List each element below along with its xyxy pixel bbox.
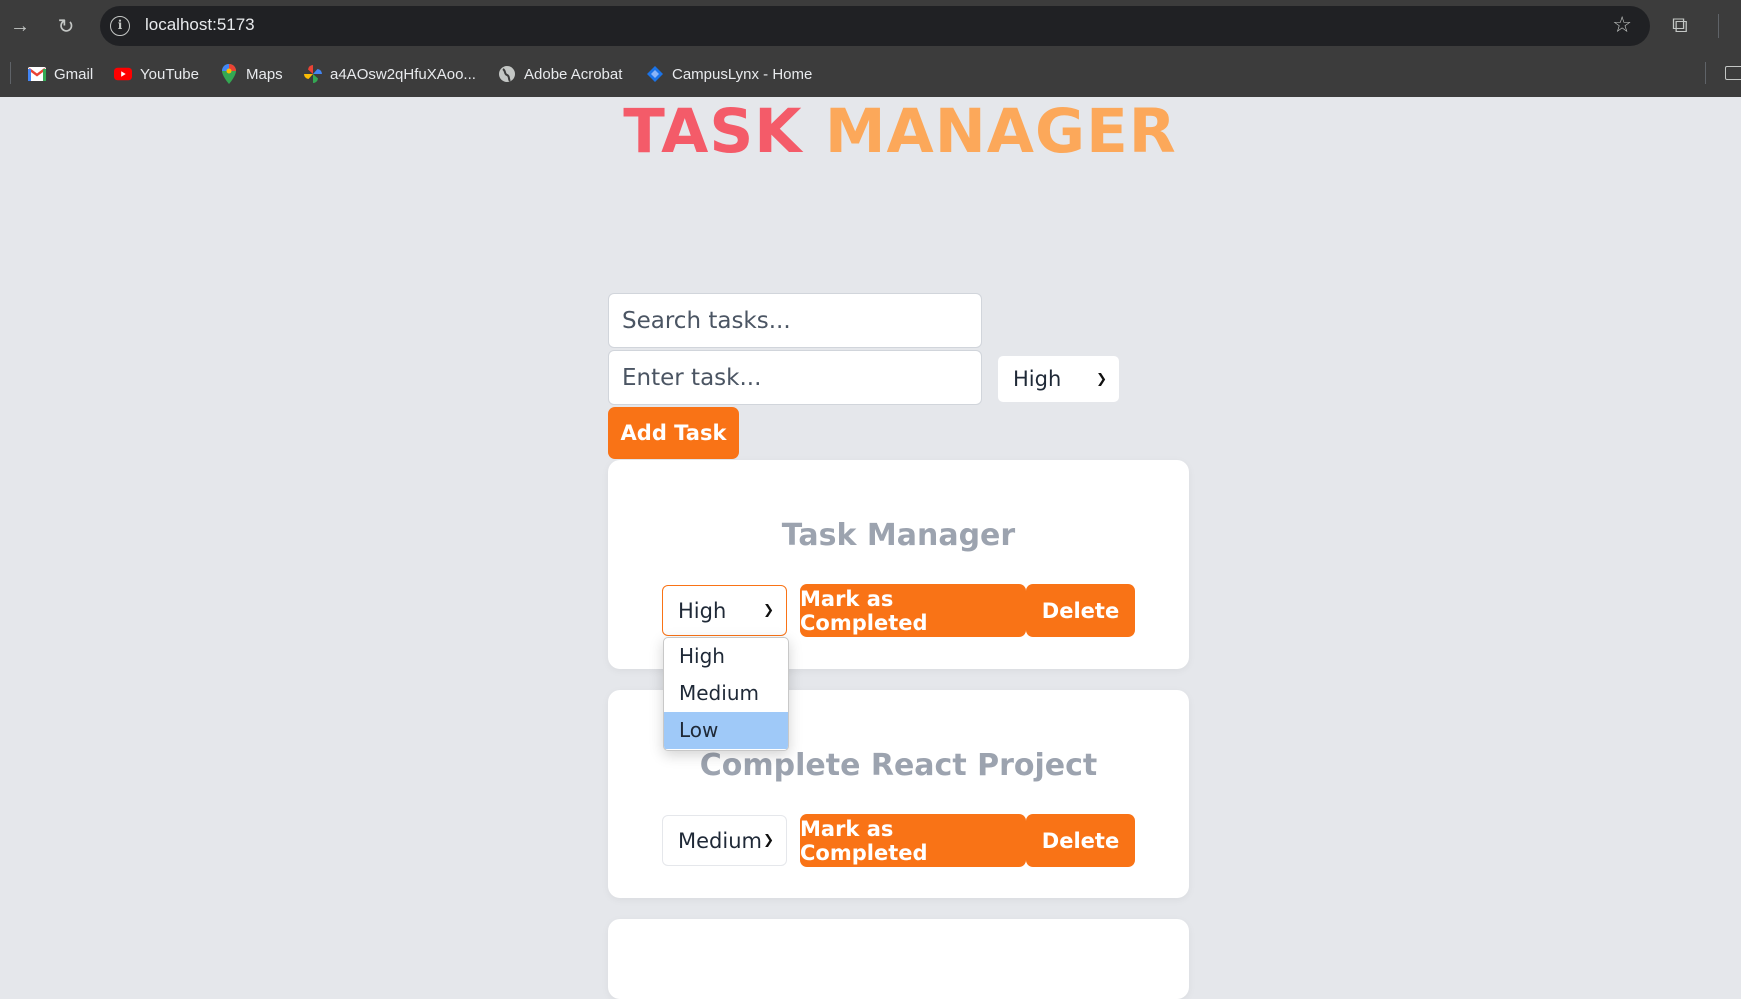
gmail-icon — [28, 65, 46, 83]
site-info-icon[interactable]: i — [110, 16, 130, 36]
youtube-icon — [114, 65, 132, 83]
bookmark-label: YouTube — [140, 65, 199, 83]
task-card — [608, 919, 1189, 999]
bookmark-label: Gmail — [54, 65, 94, 83]
select-value: Medium — [678, 828, 762, 853]
reload-icon[interactable]: ↻ — [52, 12, 80, 40]
title-word-task: TASK — [623, 96, 803, 167]
bookmarks-divider — [10, 62, 11, 84]
bookmarks-divider — [1705, 62, 1706, 84]
page-title: TASK MANAGER — [0, 94, 1741, 170]
address-bar[interactable]: i localhost:5173 ☆ — [100, 6, 1650, 46]
bookmark-label: Maps — [246, 65, 283, 83]
task-input[interactable] — [608, 350, 982, 405]
task-priority-select[interactable]: Medium ❯ — [662, 815, 787, 866]
maps-icon — [220, 64, 238, 84]
select-value: High — [678, 598, 727, 623]
bookmark-adobe-acrobat[interactable]: Adobe Acrobat — [498, 62, 622, 86]
bookmark-maps[interactable]: Maps — [220, 62, 283, 86]
campuslynx-icon — [646, 65, 664, 83]
bookmark-label: CampusLynx - Home — [672, 65, 813, 83]
mark-completed-button[interactable]: Mark as Completed — [800, 584, 1026, 637]
bookmark-gmail[interactable]: Gmail — [28, 62, 93, 86]
chevron-down-icon: ❯ — [763, 603, 774, 618]
title-word-manager: MANAGER — [824, 96, 1177, 167]
bookmark-label: a4AOsw2qHfuXAoo... — [330, 65, 476, 83]
add-task-button[interactable]: Add Task — [608, 407, 739, 459]
bookmark-youtube[interactable]: YouTube — [114, 62, 199, 86]
address-row: → ↻ i localhost:5173 ☆ ⧉ — [0, 0, 1741, 52]
extensions-icon[interactable]: ⧉ — [1672, 12, 1688, 38]
bookmark-photos[interactable]: a4AOsw2qHfuXAoo... — [304, 62, 476, 86]
select-value: High — [1013, 367, 1062, 391]
toolbar-divider — [1718, 14, 1719, 38]
search-input[interactable] — [608, 293, 982, 348]
dropdown-option-high[interactable]: High — [664, 638, 788, 675]
task-title: Complete React Project — [699, 748, 1098, 783]
bookmark-campuslynx[interactable]: CampusLynx - Home — [646, 62, 812, 86]
chevron-down-icon: ❯ — [1096, 371, 1107, 387]
bookmarks-bar: Gmail YouTube Maps a4AOsw2qHfuXAoo... Ad… — [0, 52, 1741, 97]
dropdown-option-low[interactable]: Low — [664, 712, 788, 749]
task-title: Task Manager — [781, 518, 1016, 553]
browser-chrome: → ↻ i localhost:5173 ☆ ⧉ Gmail YouTube M… — [0, 0, 1741, 97]
bookmark-label: Adobe Acrobat — [524, 65, 623, 83]
pinwheel-icon — [304, 65, 322, 83]
task-priority-select[interactable]: High ❯ — [662, 585, 787, 636]
folder-icon[interactable] — [1725, 66, 1741, 80]
url-text[interactable]: localhost:5173 — [145, 15, 255, 35]
globe-icon — [498, 65, 516, 83]
mark-completed-button[interactable]: Mark as Completed — [800, 814, 1026, 867]
new-task-priority-select[interactable]: High ❯ — [997, 355, 1120, 403]
dropdown-option-medium[interactable]: Medium — [664, 675, 788, 712]
priority-dropdown: High Medium Low — [663, 637, 789, 751]
forward-icon[interactable]: → — [6, 12, 34, 40]
delete-button[interactable]: Delete — [1026, 584, 1135, 637]
chevron-down-icon: ❯ — [763, 833, 774, 848]
delete-button[interactable]: Delete — [1026, 814, 1135, 867]
bookmark-star-icon[interactable]: ☆ — [1612, 12, 1632, 38]
